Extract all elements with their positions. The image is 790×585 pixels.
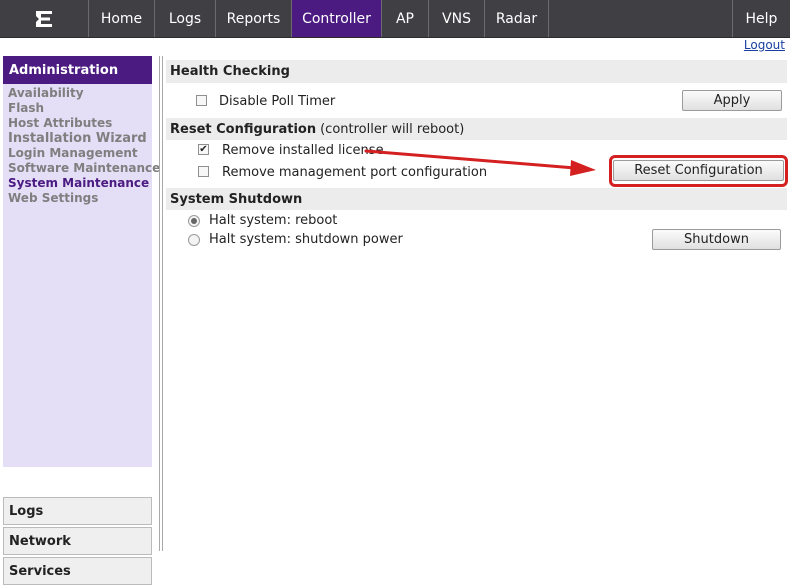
remove-license-checkbox[interactable]: ✔ — [198, 144, 209, 155]
logout-link[interactable]: Logout — [744, 38, 785, 52]
halt-shutdown-power-label: Halt system: shutdown power — [209, 232, 403, 247]
nav-tab-reports[interactable]: Reports — [215, 0, 291, 37]
remove-mgmt-port-label: Remove management port configuration — [222, 165, 488, 180]
nav-tab-home[interactable]: Home — [88, 0, 154, 37]
nav-tab-controller[interactable]: Controller — [291, 0, 381, 37]
system-shutdown-title: System Shutdown — [170, 191, 303, 207]
halt-reboot-label: Halt system: reboot — [209, 213, 338, 228]
sidebar-item-availability[interactable]: Availability — [3, 86, 152, 101]
shutdown-button[interactable]: Shutdown — [652, 229, 781, 250]
disable-poll-timer-label: Disable Poll Timer — [219, 94, 336, 109]
sidebar-admin-links: Availability Flash Host Attributes Insta… — [3, 84, 160, 467]
disable-poll-timer-checkbox[interactable] — [196, 95, 207, 106]
nav-spacer — [548, 0, 732, 37]
nav-tab-ap[interactable]: AP — [381, 0, 428, 37]
sidebar-item-system-maintenance[interactable]: System Maintenance — [3, 176, 152, 191]
apply-button[interactable]: Apply — [682, 90, 782, 111]
remove-mgmt-port-checkbox[interactable] — [198, 166, 209, 177]
remove-license-label: Remove installed license — [222, 143, 384, 158]
nav-help-button[interactable]: Help — [732, 0, 790, 37]
panel-divider — [159, 56, 163, 551]
reset-configuration-title: Reset Configuration — [170, 121, 317, 137]
reset-configuration-note: (controller will reboot) — [320, 121, 465, 137]
sidebar-item-flash[interactable]: Flash — [3, 101, 152, 116]
sidebar-header-administration[interactable]: Administration — [3, 56, 152, 84]
halt-shutdown-power-radio[interactable] — [188, 234, 200, 246]
checkmark-icon: ✔ — [199, 144, 208, 155]
nav-tab-vns[interactable]: VNS — [428, 0, 484, 37]
annotation-highlight-box — [609, 155, 788, 187]
halt-reboot-radio[interactable] — [188, 215, 200, 227]
section-reset-configuration: Reset Configuration (controller will reb… — [166, 118, 787, 140]
sidebar-item-web-settings[interactable]: Web Settings — [3, 191, 152, 206]
radio-selected-dot — [191, 218, 197, 224]
sidebar-item-software-maintenance[interactable]: Software Maintenance — [3, 161, 160, 176]
sidebar-section-services[interactable]: Services — [3, 557, 152, 585]
top-nav-bar: Home Logs Reports Controller AP VNS Rada… — [0, 0, 790, 38]
sidebar-item-host-attributes[interactable]: Host Attributes — [3, 116, 152, 131]
sidebar-item-login-management[interactable]: Login Management — [3, 146, 152, 161]
nav-tab-radar[interactable]: Radar — [484, 0, 548, 37]
section-health-checking: Health Checking — [166, 60, 787, 83]
sidebar: Administration Availability Flash Host A… — [3, 56, 160, 585]
sidebar-item-installation-wizard[interactable]: Installation Wizard — [3, 131, 152, 146]
health-checking-title: Health Checking — [170, 64, 290, 79]
sidebar-section-logs[interactable]: Logs — [3, 497, 152, 525]
extreme-logo-icon[interactable] — [0, 0, 88, 37]
section-system-shutdown: System Shutdown — [166, 188, 787, 210]
nav-tab-logs[interactable]: Logs — [154, 0, 215, 37]
